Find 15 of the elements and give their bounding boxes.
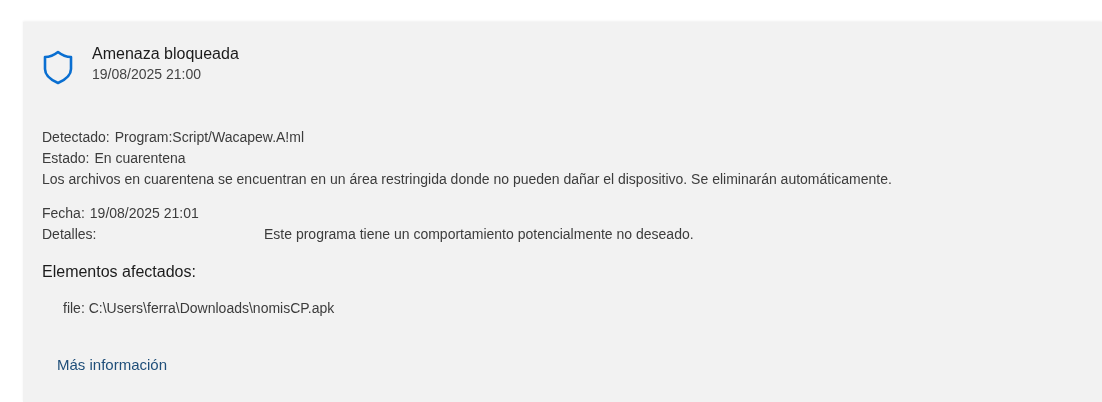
alert-title: Amenaza bloqueada: [92, 45, 239, 63]
section-heading: Elementos afectados:: [42, 263, 197, 281]
field-value: Este programa tiene un comportamiento potencialmente no deseado.: [264, 226, 695, 243]
field-label: Detalles:: [42, 226, 98, 243]
more-info-link[interactable]: Más información: [57, 356, 168, 373]
field-value: En cuarentena: [94, 150, 186, 167]
alert-timestamp: 19/08/2025 21:00: [92, 66, 202, 82]
description-text: Los archivos en cuarentena se encuentran en un área restringida donde no pueden dañar el dispositivo. Se eliminarán automáticamente.: [42, 171, 893, 188]
field-label: Fecha:: [42, 205, 85, 222]
field-value: 19/08/2025 21:01: [89, 205, 199, 222]
file-path: file: C:\Users\ferra\Downloads\nomisCP.apk: [63, 300, 336, 316]
field-value: Program:Script/Wacapew.A!ml: [114, 129, 305, 146]
field-label: Detectado:: [42, 129, 110, 146]
field-label: Estado:: [42, 150, 90, 167]
shield-icon: [42, 49, 74, 85]
